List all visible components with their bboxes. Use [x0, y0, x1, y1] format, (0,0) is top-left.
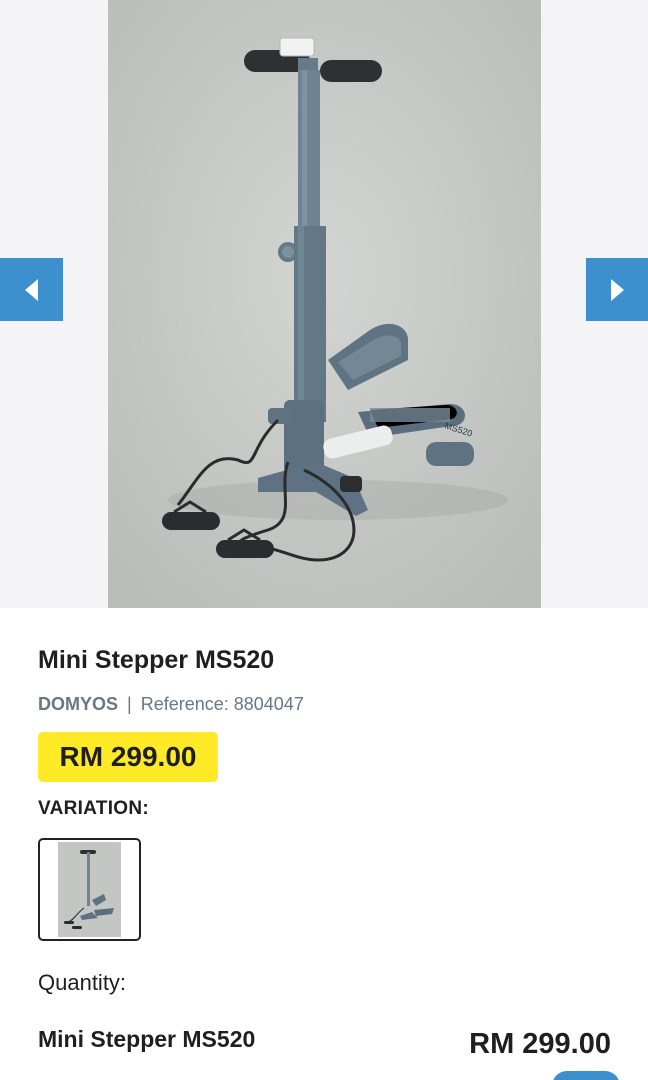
chevron-right-icon	[611, 278, 624, 301]
summary-price: RM 299.00	[469, 1028, 611, 1060]
previous-image-button[interactable]	[0, 258, 63, 321]
variation-thumbnail[interactable]	[38, 838, 141, 941]
summary-product-name: Mini Stepper MS520	[38, 1026, 256, 1052]
product-meta: DOMYOS | Reference: 8804047	[38, 694, 304, 715]
meta-separator: |	[127, 694, 132, 714]
floating-action-button[interactable]	[552, 1071, 620, 1080]
next-image-button[interactable]	[586, 258, 648, 321]
chevron-left-icon	[25, 278, 38, 301]
variation-label: VARIATION:	[38, 798, 150, 819]
quantity-label: Quantity:	[38, 970, 127, 995]
product-reference: Reference: 8804047	[140, 694, 304, 714]
product-title: Mini Stepper MS520	[38, 646, 275, 674]
variation-thumbnail-image	[58, 842, 121, 937]
brand-link[interactable]: DOMYOS	[38, 694, 118, 715]
product-image[interactable]: MS520	[108, 0, 541, 608]
price-badge: RM 299.00	[38, 732, 218, 782]
product-image-gallery: MS520	[0, 0, 648, 608]
